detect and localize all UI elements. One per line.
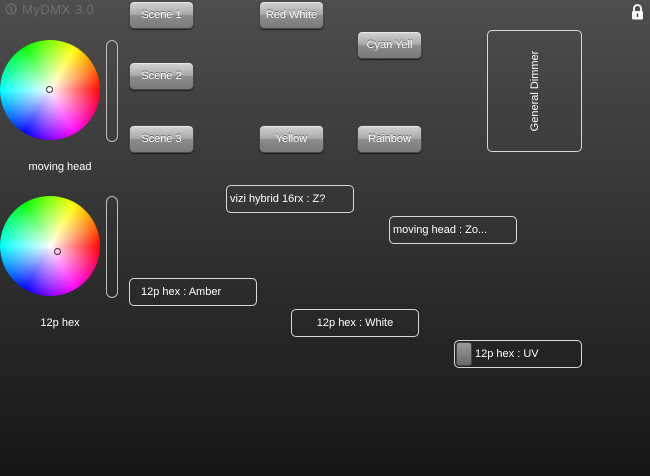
color-wheel-label: moving head: [28, 161, 92, 173]
fixture-label: 12p hex : UV: [475, 348, 539, 360]
color-wheel-cursor[interactable]: [46, 86, 53, 93]
scene-button-red-white[interactable]: Red White: [259, 1, 324, 29]
fixture-12p-hex-white[interactable]: 12p hex : White: [291, 309, 419, 337]
scene-button-scene-2[interactable]: Scene 2: [129, 62, 194, 90]
fixture-label: 12p hex : Amber: [141, 286, 222, 298]
fixture-12p-hex-uv[interactable]: 12p hex : UV: [454, 340, 582, 368]
fixture-moving-head[interactable]: moving head : Zo...: [389, 216, 517, 244]
color-wheel-cursor[interactable]: [54, 248, 61, 255]
scene-button-yellow[interactable]: Yellow: [259, 125, 324, 153]
fixture-level-knob[interactable]: [456, 342, 472, 366]
fixture-label: moving head : Zo...: [393, 224, 488, 236]
intensity-slider-moving-head[interactable]: [106, 40, 118, 142]
fixture-vizi-hybrid[interactable]: vizi hybrid 16rx : Z?: [226, 185, 354, 213]
scene-button-rainbow[interactable]: Rainbow: [357, 125, 422, 153]
fixture-12p-hex-amber[interactable]: 12p hex : Amber: [129, 278, 257, 306]
fixture-label: 12p hex : White: [316, 317, 394, 329]
scene-button-scene-1[interactable]: Scene 1: [129, 1, 194, 29]
fixture-label: vizi hybrid 16rx : Z?: [230, 193, 326, 205]
scene-button-cyan-yell[interactable]: Cyan Yell: [357, 31, 422, 59]
general-dimmer[interactable]: General Dimmer: [487, 30, 582, 152]
lock-icon[interactable]: [631, 4, 644, 20]
app-title: MyDMX 3.0: [22, 2, 95, 17]
color-wheel-12p-hex[interactable]: [0, 196, 100, 296]
color-wheel-label: 12p hex: [40, 317, 80, 329]
scene-button-scene-3[interactable]: Scene 3: [129, 125, 194, 153]
app-logo-icon: [5, 3, 17, 15]
general-dimmer-label: General Dimmer: [528, 50, 541, 132]
intensity-slider-12p-hex[interactable]: [106, 196, 118, 298]
